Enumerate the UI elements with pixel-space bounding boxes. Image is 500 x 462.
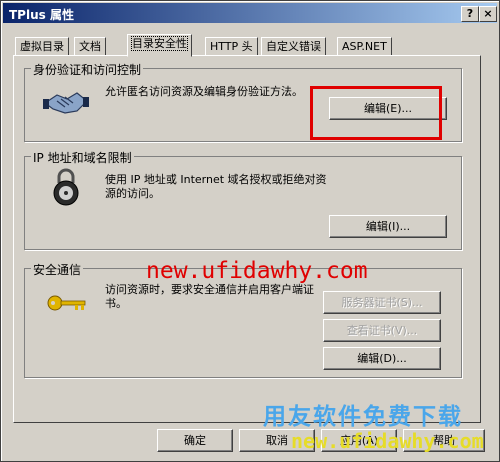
- server-certificate-button[interactable]: 服务器证书(S)...: [323, 291, 441, 314]
- tab-custom-errors[interactable]: 自定义错误: [261, 37, 326, 56]
- tab-aspnet[interactable]: ASP.NET: [337, 37, 392, 56]
- auth-group-title: 身份验证和访问控制: [31, 61, 144, 78]
- ip-group-title: IP 地址和域名限制: [31, 149, 134, 166]
- tab-http-headers[interactable]: HTTP 头: [205, 37, 258, 56]
- secure-group-title: 安全通信: [31, 261, 84, 278]
- handshake-icon: [43, 92, 89, 114]
- padlock-icon: [53, 168, 79, 206]
- auth-description: 允许匿名访问资源及编辑身份验证方法。: [105, 85, 303, 98]
- ok-button[interactable]: 确定: [157, 429, 233, 452]
- properties-dialog: TPlus 属性 ? × 虚拟目录 文档 目录安全性 HTTP 头 自定义错误 …: [0, 0, 500, 462]
- secure-edit-button[interactable]: 编辑(D)...: [323, 347, 441, 370]
- ip-restriction-group: IP 地址和域名限制 使用 IP 地址或 Internet 域名授权或拒绝对资源…: [24, 149, 462, 250]
- tab-directory-security[interactable]: 目录安全性: [127, 34, 192, 57]
- tab-virtual-directory[interactable]: 虚拟目录: [15, 37, 69, 56]
- watermark-cn: 用友软件免费下载: [263, 404, 463, 430]
- directory-security-panel: 身份验证和访问控制 允许匿名访问资源及编辑身份验证方法。 编辑(E)... IP…: [13, 55, 481, 423]
- ip-description: 使用 IP 地址或 Internet 域名授权或拒绝对资源的访问。: [105, 173, 327, 200]
- close-button[interactable]: ×: [479, 6, 497, 22]
- ip-edit-button[interactable]: 编辑(I)...: [329, 215, 447, 238]
- view-certificate-button[interactable]: 查看证书(V)...: [323, 319, 441, 342]
- help-title-button[interactable]: ?: [461, 6, 479, 22]
- watermark-url: new.ufidawhy.com: [146, 258, 368, 284]
- secure-description: 访问资源时，要求安全通信并启用客户端证书。: [105, 283, 314, 310]
- watermark-url-2: new.ufidawhy.com: [291, 429, 484, 453]
- highlight-box: [310, 86, 442, 140]
- window-title: TPlus 属性: [9, 8, 74, 22]
- tab-directory-security-label: 目录安全性: [131, 36, 188, 51]
- secure-comm-group: 安全通信 访问资源时，要求安全通信并启用客户端证书。 服务器证书(S)... 查…: [24, 261, 462, 378]
- title-bar[interactable]: TPlus 属性 ? ×: [3, 3, 497, 23]
- tab-documents[interactable]: 文档: [74, 37, 106, 56]
- key-icon: [47, 295, 86, 311]
